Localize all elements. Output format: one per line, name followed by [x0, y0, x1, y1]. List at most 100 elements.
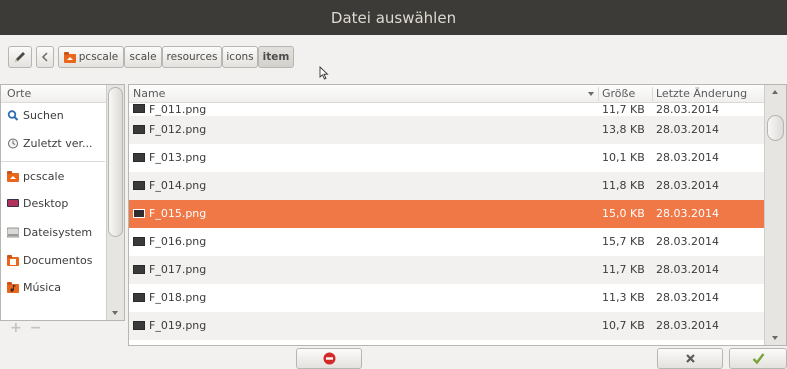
place-filesystem[interactable]: Dateisystem: [7, 224, 92, 240]
home-folder-icon: [63, 51, 76, 63]
close-x-icon: [685, 354, 695, 363]
place-music[interactable]: Música: [7, 279, 61, 295]
file-modified: 28.03.2014: [656, 103, 719, 116]
column-separator: [598, 87, 599, 101]
place-desktop[interactable]: Desktop: [7, 195, 68, 211]
file-size: 10,7 KB: [602, 319, 645, 332]
place-label: pcscale: [23, 169, 65, 183]
file-row[interactable]: F_012.png 13,8 KB 28.03.2014: [129, 116, 764, 144]
places-sidebar: Orte Suchen Zuletzt ver... pcscale Deskt…: [0, 84, 125, 321]
drive-icon: [7, 227, 19, 237]
path-bar: pcscale scale resources icons item: [0, 35, 787, 81]
file-modified: 28.03.2014: [656, 123, 719, 136]
file-size: 11,7 KB: [602, 103, 645, 116]
place-documents[interactable]: Documentos: [7, 252, 92, 268]
checkmark-icon: [752, 353, 764, 365]
file-row[interactable]: F_016.png 15,7 KB 28.03.2014: [129, 228, 764, 256]
file-name: F_012.png: [149, 123, 207, 136]
image-file-icon: [133, 104, 145, 113]
edit-location-button[interactable]: [8, 46, 32, 68]
image-file-icon: [133, 237, 145, 246]
column-separator: [652, 87, 653, 101]
crumb-scale[interactable]: scale: [124, 46, 162, 68]
crumb-label: resources: [166, 51, 218, 63]
places-header-label: Orte: [7, 87, 32, 100]
crumb-label: pcscale: [78, 51, 119, 63]
column-size[interactable]: Größe: [602, 85, 635, 102]
file-row[interactable]: F_019.png 10,7 KB 28.03.2014: [129, 312, 764, 340]
documents-folder-icon: [7, 254, 19, 266]
crumb-pcscale[interactable]: pcscale: [58, 46, 124, 68]
column-name[interactable]: Name: [133, 85, 165, 102]
ok-button[interactable]: [729, 348, 787, 369]
remove-icon[interactable]: −: [30, 321, 42, 335]
scrollbar-thumb[interactable]: [767, 115, 784, 141]
file-modified: 28.03.2014: [656, 235, 719, 248]
file-list-header: Name Größe Letzte Änderung: [129, 85, 764, 103]
file-row[interactable]: F_013.png 10,1 KB 28.03.2014: [129, 144, 764, 172]
image-file-icon: [133, 125, 145, 134]
crumb-item[interactable]: item: [258, 46, 294, 68]
file-modified: 28.03.2014: [656, 207, 719, 220]
desktop-icon: [7, 198, 19, 207]
place-recent[interactable]: Zuletzt ver...: [7, 135, 93, 151]
file-name: F_016.png: [149, 235, 207, 248]
file-row-selected[interactable]: F_015.png 15,0 KB 28.03.2014: [129, 200, 764, 228]
file-size: 13,8 KB: [602, 123, 645, 136]
add-icon[interactable]: +: [10, 321, 22, 335]
place-search[interactable]: Suchen: [7, 107, 64, 123]
places-add-remove: + −: [10, 321, 42, 335]
file-size: 11,3 KB: [602, 291, 645, 304]
file-size: 15,0 KB: [602, 207, 645, 220]
crumb-label: icons: [226, 51, 254, 63]
place-label: Música: [23, 280, 62, 294]
no-entry-button[interactable]: [296, 348, 362, 369]
mouse-cursor-icon: [319, 66, 329, 80]
path-back-button[interactable]: [36, 46, 54, 68]
pencil-icon: [15, 52, 25, 62]
file-name: F_014.png: [149, 179, 207, 192]
file-name: F_015.png: [149, 207, 207, 220]
chevron-left-icon: [41, 52, 48, 62]
file-size: 11,8 KB: [602, 179, 645, 192]
place-label: Suchen: [23, 108, 64, 122]
scrollbar-thumb[interactable]: [108, 87, 123, 237]
column-modified[interactable]: Letzte Änderung: [656, 85, 747, 102]
file-name: F_011.png: [149, 103, 207, 116]
crumb-label: scale: [129, 51, 157, 63]
scroll-up-icon[interactable]: [772, 90, 778, 94]
place-label: Zuletzt ver...: [23, 136, 93, 150]
place-label: Documentos: [23, 253, 93, 267]
file-name: F_019.png: [149, 319, 207, 332]
image-file-icon: [133, 209, 145, 218]
crumb-icons[interactable]: icons: [222, 46, 258, 68]
file-row[interactable]: F_014.png 11,8 KB 28.03.2014: [129, 172, 764, 200]
file-row[interactable]: F_018.png 11,3 KB 28.03.2014: [129, 284, 764, 312]
place-label: Desktop: [23, 196, 69, 210]
places-separator: [1, 161, 105, 162]
file-row[interactable]: F_011.png 11,7 KB 28.03.2014: [129, 103, 764, 116]
file-list-scrollbar[interactable]: [764, 85, 786, 345]
image-file-icon: [133, 153, 145, 162]
file-modified: 28.03.2014: [656, 291, 719, 304]
places-scrollbar[interactable]: [106, 85, 124, 320]
search-icon: [7, 109, 19, 121]
file-name: F_017.png: [149, 263, 207, 276]
file-name: F_013.png: [149, 151, 207, 164]
window-title: Datei auswählen: [330, 8, 457, 27]
cancel-button[interactable]: [657, 348, 723, 369]
scroll-down-icon[interactable]: [772, 336, 778, 340]
title-bar: Datei auswählen: [0, 0, 787, 35]
file-modified: 28.03.2014: [656, 179, 719, 192]
sort-descending-icon: [588, 92, 594, 96]
place-pcscale[interactable]: pcscale: [7, 168, 64, 184]
file-modified: 28.03.2014: [656, 263, 719, 276]
file-row[interactable]: F_017.png 11,7 KB 28.03.2014: [129, 256, 764, 284]
scroll-down-icon[interactable]: [112, 311, 118, 315]
file-modified: 28.03.2014: [656, 151, 719, 164]
image-file-icon: [133, 265, 145, 274]
file-list: Name Größe Letzte Änderung F_011.png 11,…: [128, 84, 787, 346]
crumb-label: item: [262, 51, 290, 63]
crumb-resources[interactable]: resources: [162, 46, 222, 68]
file-name: F_018.png: [149, 291, 207, 304]
